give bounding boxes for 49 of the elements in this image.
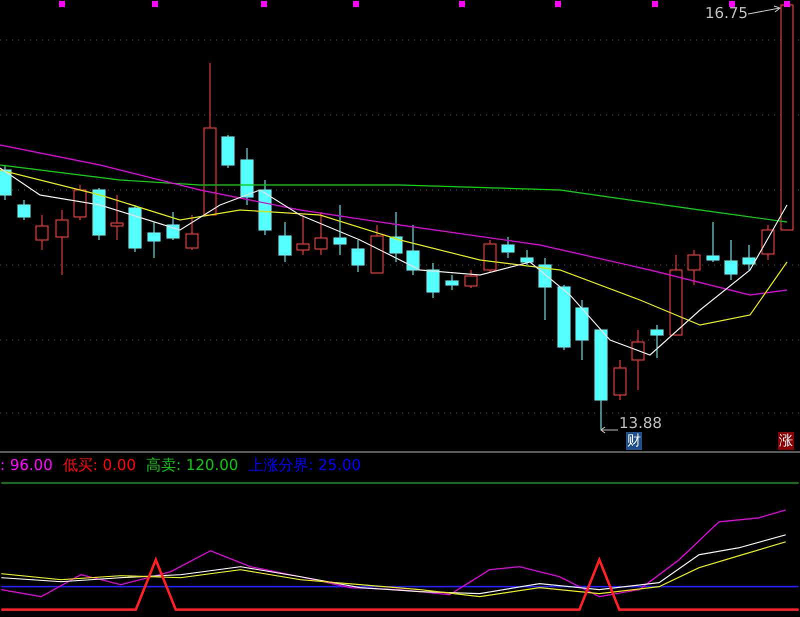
candlestick — [558, 284, 570, 350]
candlestick — [706, 222, 720, 262]
candlestick — [762, 224, 774, 260]
indicator-value: : 96.00 — [0, 456, 53, 474]
candlestick — [426, 262, 440, 298]
rise-badge: 涨 — [778, 432, 794, 450]
candlestick — [614, 360, 626, 400]
candlestick — [258, 180, 272, 236]
candlestick — [538, 258, 552, 320]
candlestick — [222, 134, 234, 168]
candlestick — [520, 250, 534, 266]
indicator-value: 高卖: 120.00 — [146, 456, 238, 475]
low-arrow-icon — [600, 426, 618, 434]
indicator-value: 上涨分界: 25.00 — [248, 456, 362, 475]
high-price-label: 16.75 — [705, 4, 748, 22]
candlestick — [406, 224, 420, 276]
candlestick — [186, 214, 198, 250]
low-price-label: 13.88 — [619, 414, 662, 432]
candlestick — [688, 250, 700, 286]
finance-badge: 财 — [626, 432, 642, 450]
candlestick — [128, 204, 142, 252]
high-arrow-icon — [748, 6, 782, 14]
indicator-value: 低买: 0.00 — [62, 456, 136, 475]
candlestick — [92, 188, 106, 240]
candlestick — [36, 214, 48, 250]
candlestick — [148, 222, 160, 258]
candlestick — [296, 214, 310, 256]
candlestick — [502, 236, 514, 258]
candlestick — [18, 200, 30, 220]
candlestick — [370, 224, 384, 274]
candlestick — [314, 212, 328, 256]
candlestick — [742, 244, 756, 270]
candlestick — [390, 212, 402, 262]
candlestick — [576, 300, 588, 360]
candlestick — [464, 270, 478, 288]
candlestick — [334, 204, 346, 256]
candlestick — [724, 240, 738, 280]
candlestick — [632, 330, 644, 390]
candlestick — [110, 194, 124, 240]
candlestick — [240, 148, 254, 206]
candlestick — [0, 164, 12, 200]
candlestick — [166, 212, 180, 240]
candlestick — [56, 210, 68, 276]
candlestick — [352, 240, 364, 272]
candlestick — [446, 274, 458, 290]
candlestick — [484, 240, 496, 272]
candlestick — [650, 324, 664, 358]
candlestick — [74, 184, 86, 220]
candlestick — [278, 222, 292, 262]
